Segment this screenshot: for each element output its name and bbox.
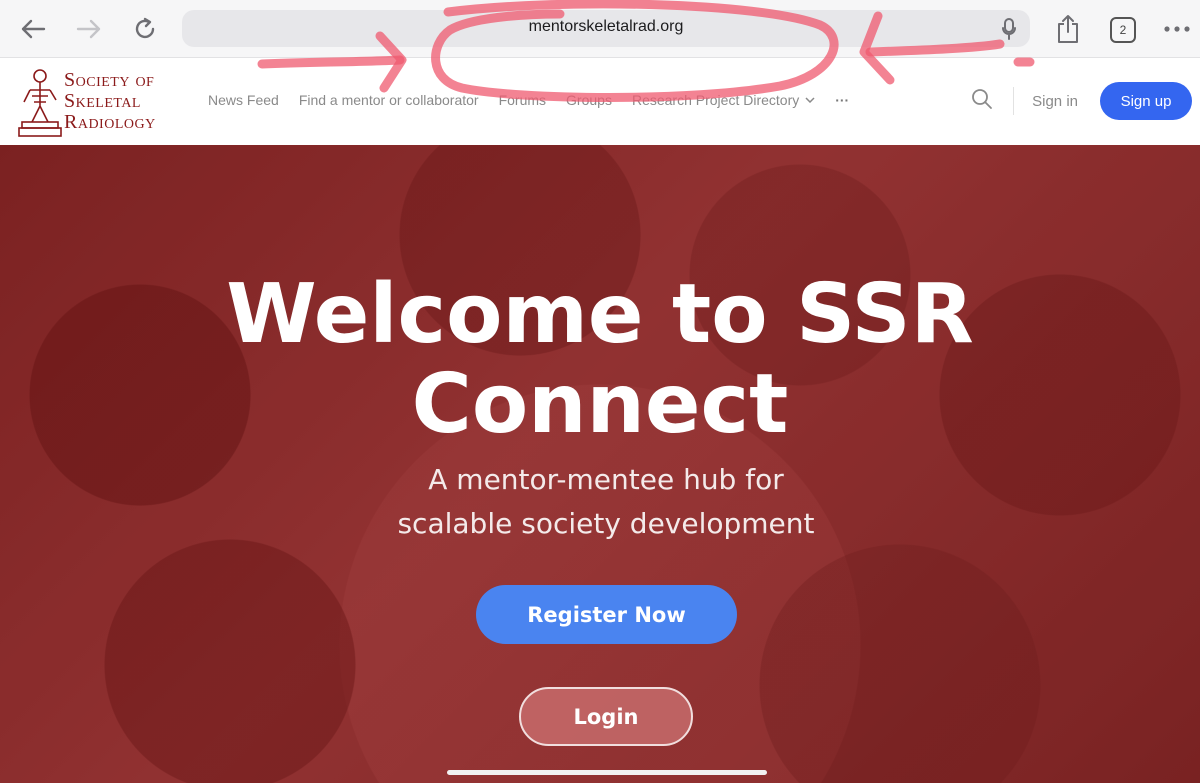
address-bar[interactable]: mentorskeletalrad.org — [182, 10, 1030, 47]
logo-line: Skeletal — [64, 90, 141, 112]
nav-news-feed[interactable]: News Feed — [208, 92, 279, 108]
skeleton-emblem-icon — [18, 69, 62, 137]
more-dots-icon[interactable] — [1162, 14, 1192, 44]
nav-find-mentor[interactable]: Find a mentor or collaborator — [299, 92, 479, 108]
ssr-logo[interactable]: Society of Skeletal Radiology — [18, 66, 183, 138]
reload-icon[interactable] — [130, 14, 160, 44]
login-button[interactable]: Login — [519, 687, 693, 746]
url-text[interactable]: mentorskeletalrad.org — [182, 18, 1030, 36]
site-header: Society of Skeletal Radiology News Feed … — [0, 58, 1200, 145]
home-indicator — [447, 770, 767, 775]
logo-line: Radiology — [64, 111, 156, 133]
sign-in-link[interactable]: Sign in — [1032, 93, 1078, 110]
logo-wordmark: Society of Skeletal Radiology — [64, 70, 156, 133]
sign-up-button[interactable]: Sign up — [1100, 82, 1192, 120]
hero-title: Welcome to SSR Connect — [0, 270, 1200, 450]
nav-forums[interactable]: Forums — [499, 92, 546, 108]
browser-toolbar: mentorskeletalrad.org 2 — [0, 0, 1200, 58]
hero-subtitle-line: A mentor-mentee hub for — [428, 463, 784, 496]
search-icon[interactable] — [971, 88, 993, 115]
nav-groups[interactable]: Groups — [566, 92, 612, 108]
main-nav: News Feed Find a mentor or collaborator … — [208, 92, 869, 108]
nav-research-directory-label: Research Project Directory — [631, 92, 800, 108]
hero-subtitle-line: scalable society development — [397, 507, 815, 540]
tab-count-button[interactable]: 2 — [1110, 17, 1136, 43]
nav-research-directory[interactable]: Research Project Directory — [632, 92, 815, 108]
hero-title-line: Welcome to SSR — [226, 267, 974, 362]
chevron-down-icon — [805, 97, 815, 103]
forward-arrow-icon[interactable] — [74, 14, 104, 44]
back-arrow-icon[interactable] — [18, 14, 48, 44]
hero-section: Welcome to SSR Connect A mentor-mentee h… — [0, 145, 1200, 783]
share-icon[interactable] — [1053, 14, 1083, 44]
hero-title-line: Connect — [411, 357, 789, 452]
hero-subtitle: A mentor-mentee hub for scalable society… — [0, 458, 1200, 546]
header-actions: Sign in Sign up — [971, 82, 1192, 120]
microphone-icon[interactable] — [1002, 18, 1016, 40]
header-divider — [1013, 87, 1015, 115]
register-now-button[interactable]: Register Now — [476, 585, 737, 644]
logo-line: Society of — [64, 69, 155, 91]
nav-more-button[interactable]: ··· — [835, 92, 849, 108]
